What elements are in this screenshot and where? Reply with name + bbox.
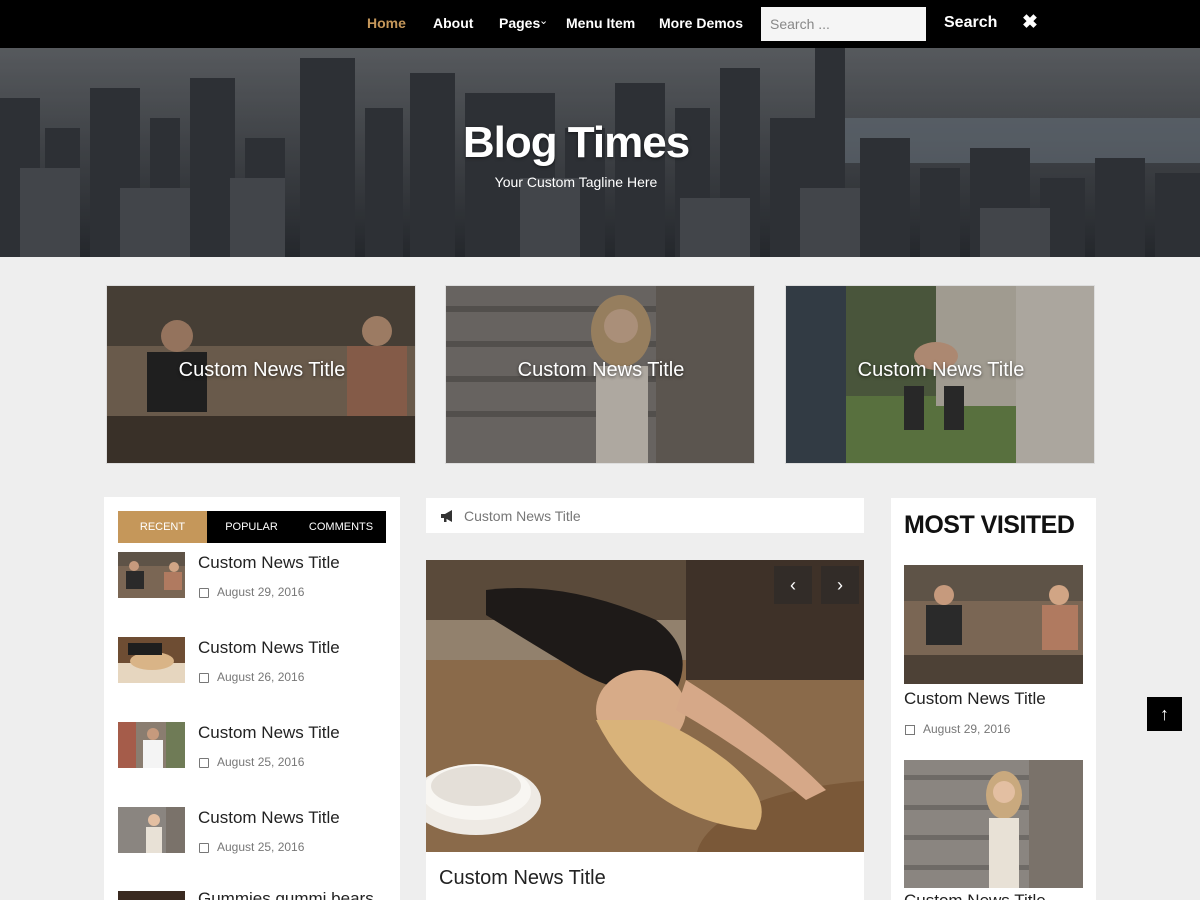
site-tagline: Your Custom Tagline Here [494, 174, 658, 190]
slider-prev-button[interactable]: ‹ [774, 566, 812, 604]
tab-popular[interactable]: POPULAR [207, 511, 296, 543]
post-title[interactable]: Custom News Title [904, 891, 1046, 900]
featured-title[interactable]: Custom News Title [786, 359, 1094, 382]
post-title[interactable]: Custom News Title [198, 638, 340, 658]
featured-title[interactable]: Custom News Title [446, 359, 754, 382]
tab-recent[interactable]: RECENT [118, 511, 207, 543]
featured-card[interactable]: Custom News Title [106, 285, 416, 464]
tab-bar: RECENT POPULAR COMMENTS [118, 511, 386, 543]
slider-next-button[interactable]: › [821, 566, 859, 604]
post-thumbnail[interactable] [118, 637, 185, 683]
calendar-icon [199, 588, 209, 598]
post-thumbnail[interactable] [118, 552, 185, 598]
post-thumbnail[interactable] [118, 807, 185, 853]
nav-item-more-demos[interactable]: More Demos [659, 15, 743, 31]
post-date: August 26, 2016 [217, 670, 305, 684]
post-date: August 29, 2016 [217, 585, 305, 599]
slider-title[interactable]: Custom News Title [439, 867, 606, 890]
back-to-top-button[interactable]: ↑ [1147, 697, 1182, 731]
post-thumbnail[interactable] [118, 722, 185, 768]
post-title[interactable]: Custom News Title [198, 553, 340, 573]
nav-item-home[interactable]: Home [367, 15, 406, 31]
post-title[interactable]: Custom News Title [904, 689, 1046, 709]
post-thumbnail[interactable] [904, 565, 1083, 684]
search-button[interactable]: Search [944, 14, 997, 32]
chevron-down-icon[interactable]: ⌄ [539, 14, 548, 27]
ticker-text[interactable]: Custom News Title [464, 508, 581, 524]
calendar-icon [199, 843, 209, 853]
nav-item-menu-item[interactable]: Menu Item [566, 15, 635, 31]
megaphone-icon [441, 510, 452, 522]
featured-title[interactable]: Custom News Title [107, 359, 415, 382]
calendar-icon [905, 725, 915, 735]
post-title[interactable]: Custom News Title [198, 723, 340, 743]
post-date: August 25, 2016 [217, 840, 305, 854]
close-icon[interactable]: ✖ [1022, 11, 1038, 34]
post-date: August 29, 2016 [923, 722, 1011, 736]
widget-heading: MOST VISITED [904, 511, 1075, 539]
nav-item-pages[interactable]: Pages [499, 15, 540, 31]
site-title[interactable]: Blog Times [0, 118, 1152, 168]
featured-card[interactable]: Custom News Title [785, 285, 1095, 464]
post-title[interactable]: Gummies gummi bears [198, 889, 374, 900]
calendar-icon [199, 673, 209, 683]
post-title[interactable]: Custom News Title [198, 808, 340, 828]
post-date: August 25, 2016 [217, 755, 305, 769]
tab-comments[interactable]: COMMENTS [296, 511, 386, 543]
nav-item-about[interactable]: About [433, 15, 473, 31]
featured-card[interactable]: Custom News Title [445, 285, 755, 464]
search-input[interactable] [761, 7, 926, 41]
calendar-icon [199, 758, 209, 768]
post-thumbnail[interactable] [904, 760, 1083, 888]
top-navigation-bar: Home About Pages ⌄ Menu Item More Demos … [0, 0, 1200, 48]
post-thumbnail[interactable] [118, 891, 185, 900]
